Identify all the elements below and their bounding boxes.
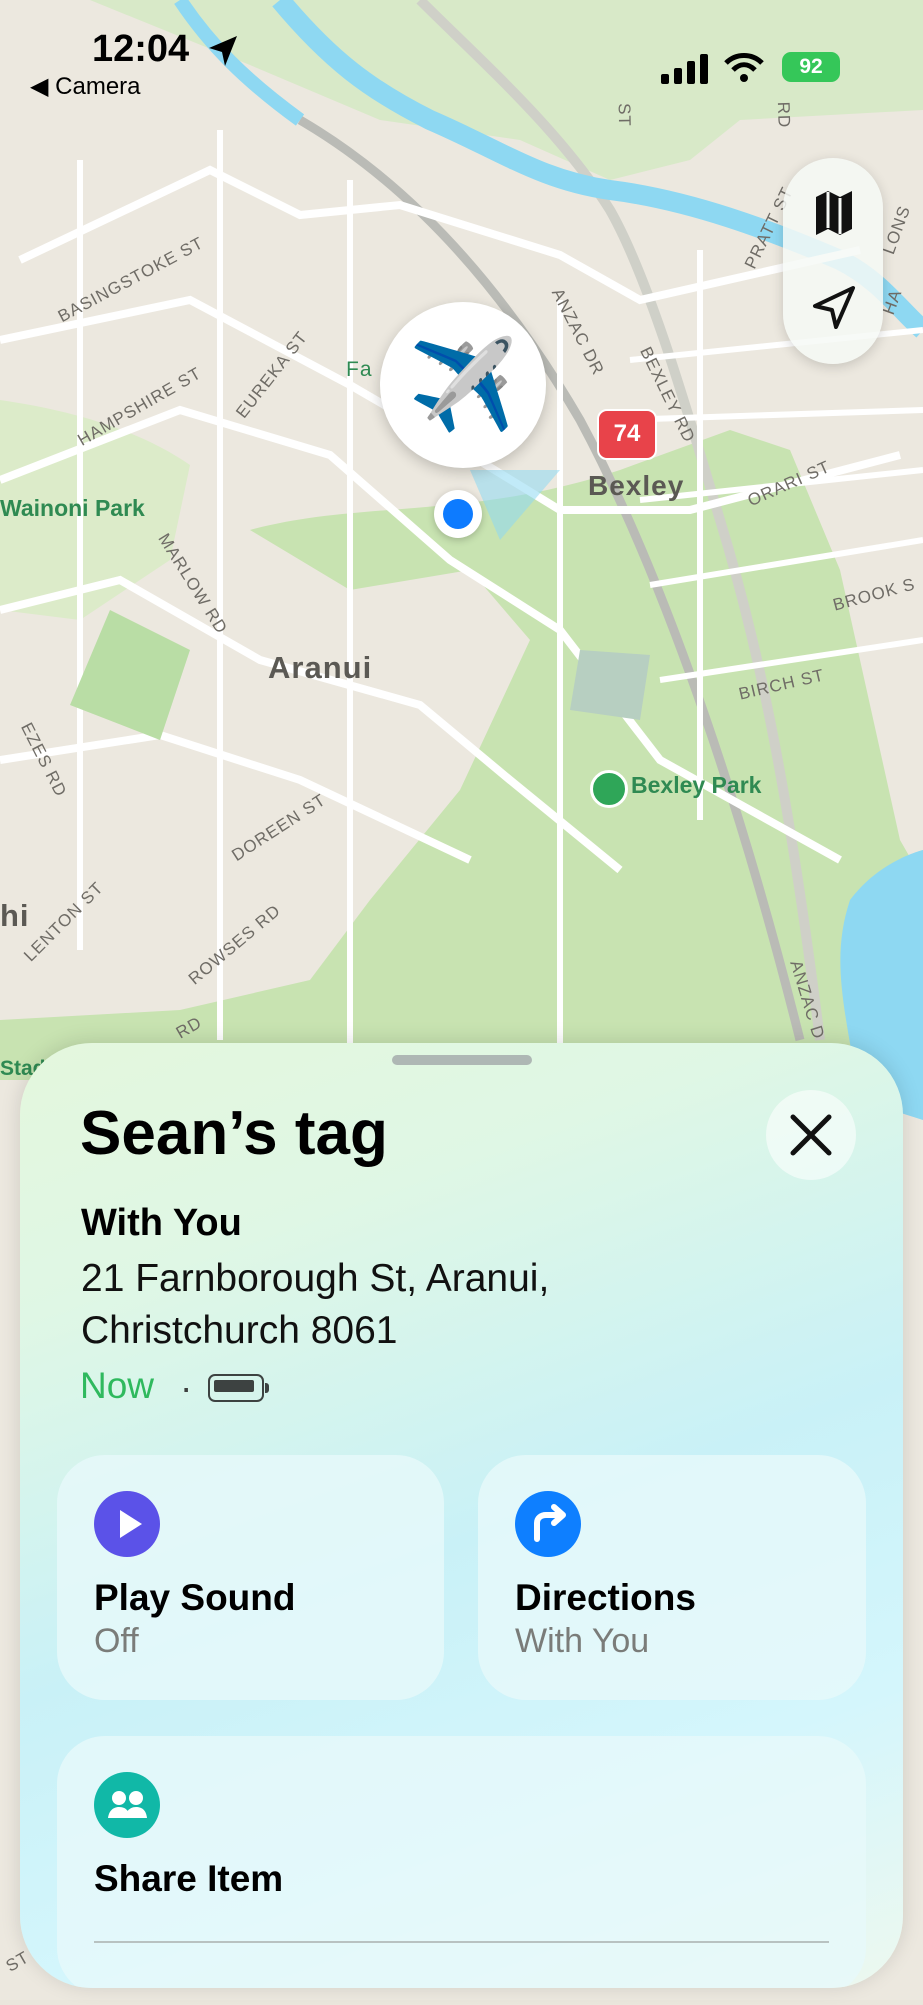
- item-detail-sheet[interactable]: Sean’s tag With You 21 Farnborough St, A…: [20, 1043, 903, 1988]
- play-sound-label: Play Sound: [94, 1577, 296, 1618]
- back-label: Camera: [55, 73, 141, 100]
- directions-label: Directions: [515, 1577, 696, 1618]
- tag-battery-icon: [208, 1374, 269, 1402]
- park-tree-icon: [590, 770, 628, 808]
- map-mode-button[interactable]: [795, 173, 871, 249]
- sheet-grabber[interactable]: [392, 1055, 532, 1065]
- play-sound-status: Off: [94, 1622, 139, 1660]
- map-icon: [816, 191, 852, 235]
- item-address: 21 Farnborough St, Aranui, Christchurch …: [81, 1257, 550, 1352]
- park-label-partial: Fa: [346, 358, 373, 381]
- directions-button[interactable]: Directions With You: [478, 1455, 866, 1700]
- share-item-button[interactable]: Share Item: [57, 1736, 866, 1988]
- current-location-dot: [434, 490, 482, 538]
- share-item-label: Share Item: [94, 1858, 284, 1899]
- tag-location-pin[interactable]: ✈️: [380, 302, 546, 468]
- sheet-divider: [94, 1941, 829, 1943]
- location-arrow-icon: [813, 286, 855, 329]
- wifi-icon: [724, 53, 764, 82]
- airplane-icon: ✈️: [408, 335, 518, 434]
- item-status: With You: [81, 1202, 242, 1244]
- park-label-bexley: Bexley Park: [631, 772, 762, 798]
- directions-status: With You: [515, 1622, 650, 1660]
- play-sound-button[interactable]: Play Sound Off: [57, 1455, 444, 1700]
- area-label-bexley: Bexley: [588, 470, 685, 501]
- park-label-wainoni: Wainoni Park: [0, 495, 145, 521]
- location-arrow-icon: [209, 36, 237, 66]
- battery-percent: 92: [799, 55, 823, 78]
- separator-dot: ·: [180, 1367, 193, 1408]
- back-arrow-icon: ◀: [30, 73, 49, 100]
- route-74-badge: 74: [597, 409, 657, 460]
- back-to-camera[interactable]: ◀ Camera: [30, 72, 141, 101]
- directions-arrow-icon: [515, 1491, 581, 1557]
- status-bar: 12:04 ◀ Camera 92: [0, 0, 923, 110]
- area-label-partial: hi: [0, 898, 30, 933]
- item-title: Sean’s tag: [80, 1099, 388, 1168]
- area-label-aranui: Aranui: [268, 650, 373, 685]
- last-seen-time: Now: [80, 1365, 155, 1406]
- cellular-signal-icon: [661, 54, 708, 84]
- current-location-button[interactable]: [795, 270, 871, 346]
- status-time: 12:04: [92, 28, 190, 70]
- play-icon: [94, 1491, 160, 1557]
- people-icon: [94, 1772, 160, 1838]
- close-button[interactable]: [766, 1090, 856, 1180]
- close-icon: [790, 1114, 832, 1156]
- battery-indicator: 92: [782, 52, 840, 82]
- map-controls: [783, 158, 883, 364]
